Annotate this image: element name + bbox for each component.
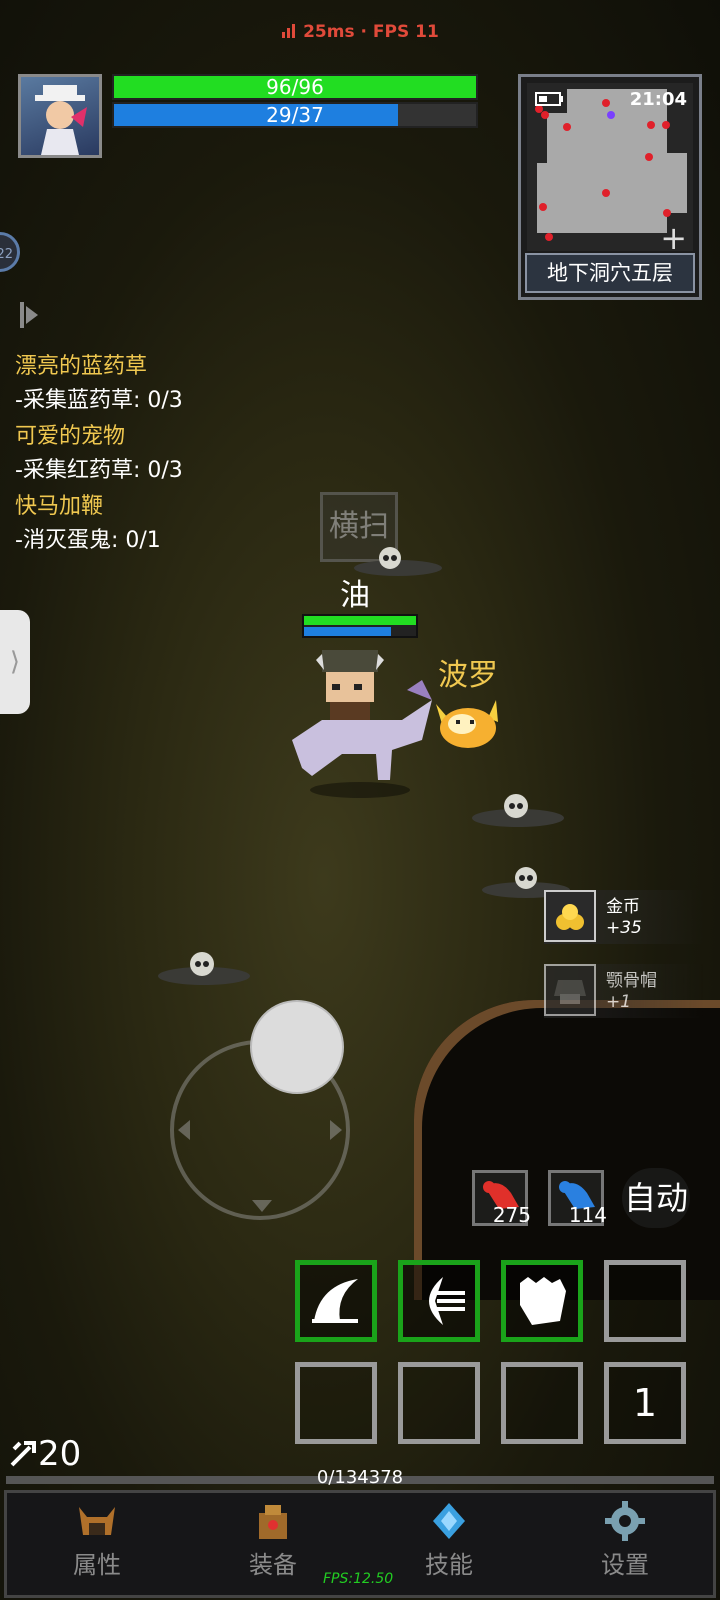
skill-slot-4[interactable] [604,1260,686,1342]
loot-notification: 颚骨帽 +1 [544,964,704,1018]
skull-remains [154,950,254,994]
cave-pit [414,1000,720,1300]
network-status: 25ms · FPS 11 [0,22,720,42]
player-character[interactable] [282,650,442,804]
location-name: 地下洞穴五层 [525,253,695,293]
joystick-knob[interactable] [250,1000,344,1094]
nav-attributes[interactable]: 属性 [37,1501,157,1580]
quest-task: -采集红药草: 0/3 [15,458,183,483]
skull-helmet-icon [544,964,596,1016]
signal-icon [281,22,297,38]
mp-potion-slot[interactable]: 114 [548,1170,607,1227]
slash-skill-icon [312,1279,358,1323]
mp-text: 29/37 [266,103,324,127]
gear-icon [603,1501,647,1541]
quest-title[interactable]: 漂亮的蓝药草 [15,348,147,380]
gold-coin-icon [544,890,596,942]
nav-settings[interactable]: 设置 [565,1501,685,1580]
player-portrait[interactable] [18,74,102,158]
hp-text: 96/96 [266,75,324,99]
fps-counter: FPS:12.50 [323,1571,394,1587]
side-badge[interactable]: 22 [0,232,20,272]
arrow-left-icon [178,1120,190,1140]
quest-collapse-icon[interactable] [20,300,40,334]
crystal-icon [427,1501,471,1541]
mp-bar: 29/37 [112,102,478,128]
dash-skill-icon [429,1277,465,1325]
bag-icon [251,1501,295,1541]
fist-skill-icon [520,1277,566,1325]
clock-text: 21:04 [629,89,687,110]
helmet-icon [75,1501,119,1541]
skill-slot-2[interactable] [398,1260,480,1342]
loot-notification: 金币 +35 [544,890,704,944]
skull-remains [468,792,568,836]
arrow-down-icon [252,1200,272,1212]
skill-slot-8[interactable]: 1 [604,1362,686,1444]
ping-text: 25ms [303,22,355,42]
hp-bar: 96/96 [112,74,478,100]
level-icon [10,1436,38,1467]
zoom-button[interactable]: + [660,219,687,251]
quest-task: -消灭蛋鬼: 0/1 [15,528,161,553]
skill-slot-3[interactable] [501,1260,583,1342]
arrow-right-icon [330,1120,342,1140]
xp-text: 0/134378 [316,1467,404,1488]
pet-name: 波罗 [438,658,498,693]
skill-slot-7[interactable] [501,1362,583,1444]
quest-title[interactable]: 快马加鞭 [15,488,103,520]
character-name: 油 [340,578,370,613]
side-drawer-handle[interactable]: ⟩ [0,610,30,714]
pet-sprite[interactable] [432,694,504,758]
character-hp-bar [302,614,418,638]
skill-slot-5[interactable] [295,1362,377,1444]
quest-title[interactable]: 可爱的宠物 [15,418,125,450]
bottom-nav: 属性 装备 技能 设置 FPS:12.50 [4,1490,716,1598]
quest-task: -采集蓝药草: 0/3 [15,388,183,413]
nav-skills[interactable]: 技能 [389,1501,509,1580]
fps-text: FPS 11 [372,22,439,42]
nav-equipment[interactable]: 装备 [213,1501,333,1580]
hp-potion-slot[interactable]: 275 [472,1170,531,1227]
skill-slot-6[interactable] [398,1362,480,1444]
battery-icon [535,91,565,111]
auto-button[interactable]: 自动 [622,1168,690,1228]
minimap[interactable]: 21:04 + 地下洞穴五层 [518,74,702,300]
skill-slot-1[interactable] [295,1260,377,1342]
